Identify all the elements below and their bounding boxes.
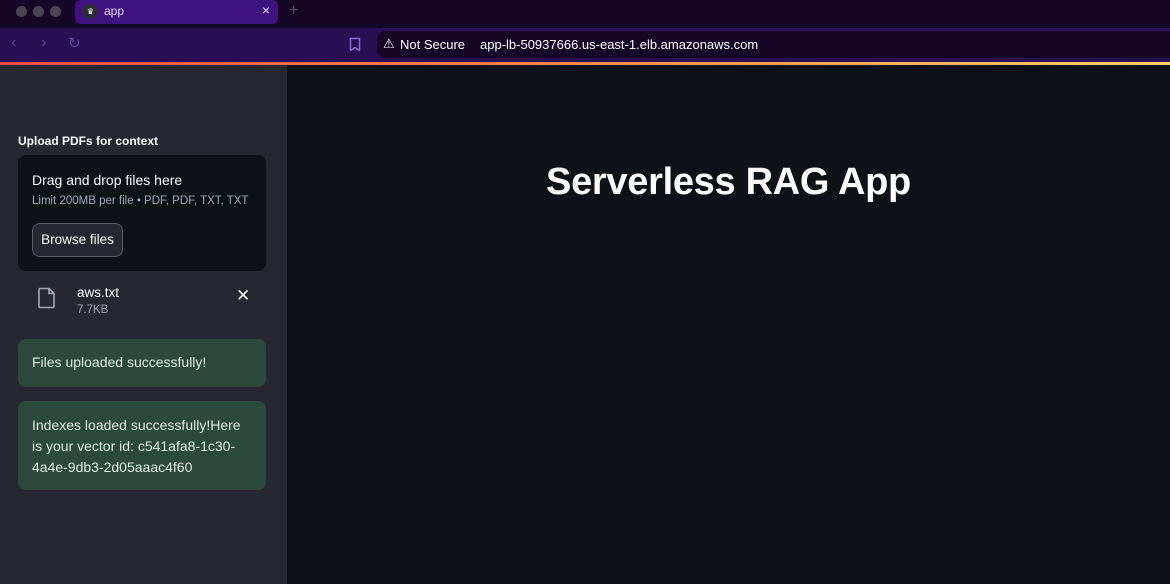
file-size: 7.7KB: [77, 304, 109, 316]
dropzone-title: Drag and drop files here: [32, 172, 183, 188]
warning-icon: ⚠: [383, 36, 395, 51]
success-alert-upload: Files uploaded successfully!: [18, 339, 266, 387]
security-status[interactable]: Not Secure: [400, 37, 465, 52]
back-icon[interactable]: ‹: [11, 34, 16, 52]
sidebar: Upload PDFs for context Drag and drop fi…: [0, 65, 287, 584]
new-tab-button[interactable]: +: [289, 2, 298, 20]
bookmark-icon[interactable]: [349, 37, 361, 52]
address-bar[interactable]: ⚠ Not Secure app-lb-50937666.us-east-1.e…: [377, 31, 1170, 58]
streamlit-crown-icon: ♛: [83, 4, 98, 19]
main-content: Serverless RAG App: [287, 65, 1170, 584]
window-maximize-button[interactable]: [50, 6, 61, 17]
file-name: aws.txt: [77, 285, 120, 300]
file-dropzone[interactable]: Drag and drop files here Limit 200MB per…: [18, 155, 266, 271]
browse-files-button[interactable]: Browse files: [32, 223, 123, 257]
reload-icon[interactable]: ↻: [68, 34, 81, 52]
forward-icon[interactable]: ›: [41, 34, 46, 52]
close-tab-icon[interactable]: ×: [262, 2, 270, 18]
file-icon: [38, 287, 55, 309]
page-title: Serverless RAG App: [546, 161, 911, 203]
remove-file-icon[interactable]: ✕: [236, 286, 250, 306]
success-alert-index: Indexes loaded successfully!Here is your…: [18, 401, 266, 490]
tab-title: app: [104, 4, 125, 18]
browser-toolbar: ‹ › ↻ ⚠ Not Secure app-lb-50937666.us-ea…: [0, 28, 1170, 62]
window-minimize-button[interactable]: [33, 6, 44, 17]
uploaded-file-item: aws.txt 7.7KB ✕: [18, 280, 266, 322]
browser-tab[interactable]: ♛ app ×: [75, 0, 278, 24]
window-close-button[interactable]: [16, 6, 27, 17]
uploader-label: Upload PDFs for context: [18, 134, 159, 148]
url-text[interactable]: app-lb-50937666.us-east-1.elb.amazonaws.…: [480, 37, 758, 52]
browser-tab-bar: ♛ app × +: [0, 0, 1170, 28]
dropzone-limit: Limit 200MB per file • PDF, PDF, TXT, TX…: [32, 195, 249, 207]
